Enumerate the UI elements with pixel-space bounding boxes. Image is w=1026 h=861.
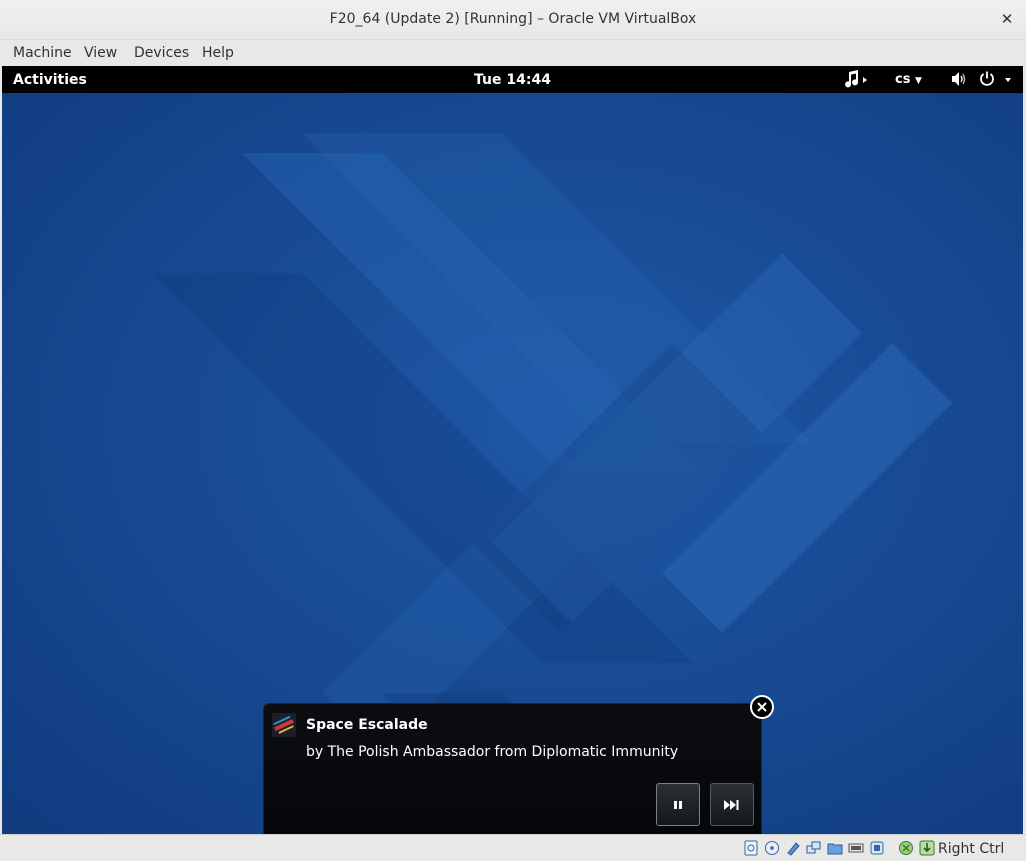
next-track-button[interactable] [710, 783, 754, 826]
menu-devices[interactable]: Devices [134, 45, 189, 61]
vm-status-bar: Right Ctrl [0, 834, 1026, 861]
keyboard-capture-icon[interactable] [919, 840, 935, 856]
display-icon[interactable] [848, 840, 864, 856]
menu-help[interactable]: Help [202, 45, 234, 61]
media-notification[interactable]: Space Escalade by The Polish Ambassador … [263, 703, 762, 834]
chevron-down-icon: ▼ [914, 76, 922, 86]
mouse-integration-icon[interactable] [898, 840, 914, 856]
pause-icon [674, 800, 682, 809]
notification-close-button[interactable] [750, 695, 774, 719]
hard-disk-icon[interactable] [743, 840, 759, 856]
usb-icon[interactable] [785, 840, 801, 856]
optical-drive-icon[interactable] [764, 840, 780, 856]
pause-button[interactable] [656, 783, 700, 826]
volume-icon[interactable] [950, 70, 968, 88]
close-icon [757, 702, 767, 712]
window-title: F20_64 (Update 2) [Running] – Oracle VM … [329, 11, 697, 27]
album-art-icon [272, 713, 296, 737]
menubar: Machine View Devices Help [0, 40, 1026, 66]
keyboard-layout-label: cs [895, 72, 911, 87]
window-titlebar: F20_64 (Update 2) [Running] – Oracle VM … [0, 0, 1026, 40]
host-key-label: Right Ctrl [938, 841, 1005, 857]
guest-screen[interactable]: Activities Tue 14:44 cs ▼ Space Escalade… [2, 66, 1023, 834]
network-icon[interactable] [806, 840, 822, 856]
menu-view[interactable]: View [84, 45, 117, 61]
skip-forward-icon [724, 799, 739, 810]
gnome-top-bar: Activities Tue 14:44 cs ▼ [2, 66, 1023, 93]
power-menu-icon[interactable] [978, 70, 1014, 88]
video-capture-icon[interactable] [869, 840, 885, 856]
notification-body: by The Polish Ambassador from Diplomatic… [306, 744, 679, 760]
close-window-button[interactable]: ✕ [998, 9, 1016, 29]
menu-machine[interactable]: Machine [13, 45, 72, 61]
music-indicator-icon[interactable] [843, 70, 871, 88]
notification-title: Space Escalade [306, 717, 428, 733]
keyboard-layout-indicator[interactable]: cs ▼ [895, 72, 922, 87]
shared-folders-icon[interactable] [827, 840, 843, 856]
